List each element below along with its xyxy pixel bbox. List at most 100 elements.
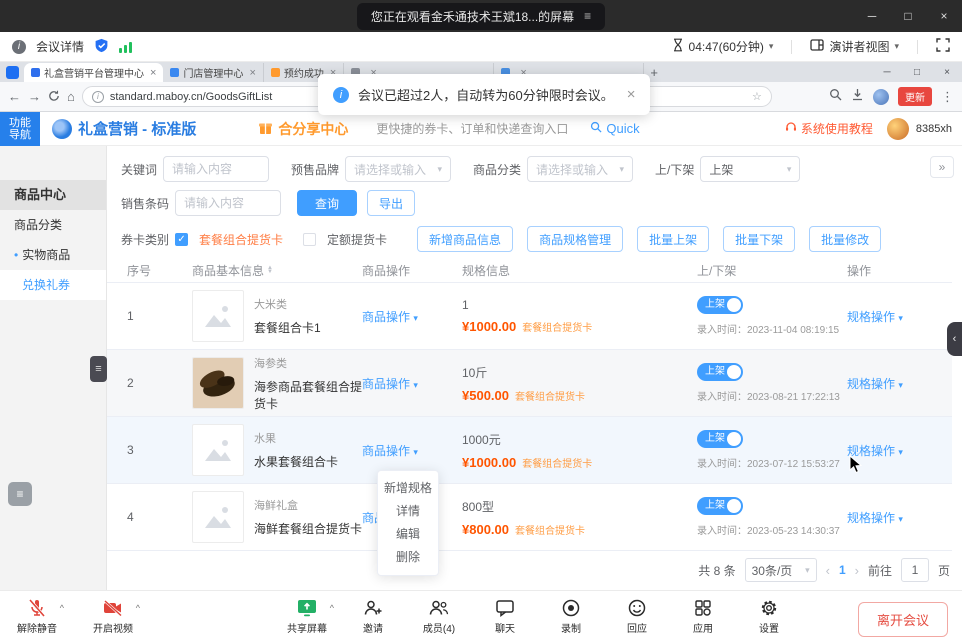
add-product-button[interactable]: 新增商品信息 bbox=[417, 226, 513, 252]
menu-item-detail[interactable]: 详情 bbox=[378, 500, 438, 523]
chevron-up-icon[interactable]: ^ bbox=[330, 603, 334, 613]
page-number-current[interactable]: 1 bbox=[839, 563, 846, 577]
start-video-button[interactable]: ^ 开启视频 bbox=[90, 598, 136, 635]
category-select[interactable]: 请选择或输入 ▾ bbox=[527, 156, 633, 182]
sidebar-item-product-category[interactable]: 商品分类 bbox=[0, 210, 106, 240]
batch-edit-button[interactable]: 批量修改 bbox=[809, 226, 881, 252]
menu-item-delete[interactable]: 删除 bbox=[378, 546, 438, 569]
chat-button[interactable]: 聊天 bbox=[482, 598, 528, 635]
view-mode-selector[interactable]: 演讲者视图 ▾ bbox=[810, 38, 899, 55]
download-icon[interactable] bbox=[851, 88, 864, 106]
spec-op-link[interactable]: 规格操作 ▾ bbox=[847, 310, 903, 324]
row-index: 2 bbox=[107, 376, 192, 390]
menu-item-edit[interactable]: 编辑 bbox=[378, 523, 438, 546]
maximize-button[interactable]: □ bbox=[890, 0, 926, 32]
apps-button[interactable]: 应用 bbox=[680, 598, 726, 635]
browser-tab[interactable]: 门店管理中心 × bbox=[163, 63, 263, 82]
spec-op-link[interactable]: 规格操作 ▾ bbox=[847, 511, 903, 525]
settings-button[interactable]: 设置 bbox=[746, 598, 792, 635]
spec-manage-button[interactable]: 商品规格管理 bbox=[527, 226, 623, 252]
bookmark-star-icon[interactable]: ☆ bbox=[752, 90, 762, 103]
header-product-op: 商品操作 bbox=[362, 262, 462, 279]
sidebar-section-product-center[interactable]: 商品中心 bbox=[0, 180, 106, 210]
new-tab-button[interactable]: + bbox=[650, 65, 658, 80]
share-list-icon[interactable]: ≡ bbox=[584, 9, 591, 23]
sidebar-item-gift-voucher[interactable]: 兑换礼券 bbox=[0, 270, 106, 300]
sidebar-item-physical-goods[interactable]: •实物商品 bbox=[0, 240, 106, 270]
search-icon[interactable] bbox=[829, 88, 842, 106]
site-info-icon[interactable]: i bbox=[92, 91, 104, 103]
share-screen-button[interactable]: ^ 共享屏幕 bbox=[284, 598, 330, 635]
shelf-toggle[interactable]: 上架 bbox=[697, 363, 743, 381]
next-page-button[interactable]: › bbox=[855, 563, 859, 578]
browser-maximize-button[interactable]: □ bbox=[902, 67, 932, 78]
minimize-button[interactable]: ─ bbox=[854, 0, 890, 32]
sidebar-collapse-handle[interactable]: ≡ bbox=[90, 356, 107, 382]
panel-collapse-handle[interactable]: ‹ bbox=[947, 322, 962, 356]
batch-on-shelf-button[interactable]: 批量上架 bbox=[637, 226, 709, 252]
floating-list-button[interactable]: ≡ bbox=[8, 482, 32, 506]
share-center-link[interactable]: 合分享中心 bbox=[258, 119, 348, 139]
chevron-up-icon[interactable]: ^ bbox=[60, 603, 64, 613]
home-icon[interactable]: ⌂ bbox=[67, 90, 75, 103]
export-button[interactable]: 导出 bbox=[367, 190, 415, 216]
chevron-up-icon[interactable]: ^ bbox=[136, 603, 140, 613]
tab-close-icon[interactable]: × bbox=[150, 67, 156, 79]
checkbox-label-fixed-card[interactable]: 定额提货卡 bbox=[327, 231, 387, 248]
sort-icon[interactable]: ▲▼ bbox=[267, 266, 273, 274]
collapse-filters-button[interactable]: » bbox=[930, 156, 954, 178]
product-op-link[interactable]: 商品操作 ▾ bbox=[362, 310, 418, 324]
brand[interactable]: 礼盒营销 - 标准版 bbox=[52, 118, 196, 139]
members-button[interactable]: 成员(4) bbox=[416, 598, 462, 635]
network-signal-icon[interactable] bbox=[119, 41, 132, 53]
product-op-link-open[interactable]: 商品操作 ▾ bbox=[362, 444, 418, 458]
barcode-input[interactable] bbox=[175, 190, 281, 216]
browser-close-button[interactable]: × bbox=[932, 67, 962, 78]
user-avatar[interactable] bbox=[887, 118, 909, 140]
toast-close-icon[interactable]: × bbox=[627, 86, 636, 103]
record-button[interactable]: 录制 bbox=[548, 598, 594, 635]
quick-search-link[interactable]: Quick bbox=[590, 121, 639, 136]
browser-update-badge[interactable]: 更新 bbox=[898, 87, 932, 106]
meeting-timer[interactable]: 04:47(60分钟) ▾ bbox=[672, 38, 774, 55]
keyword-label: 关键词 bbox=[121, 161, 157, 178]
browser-minimize-button[interactable]: ─ bbox=[872, 67, 902, 78]
batch-off-shelf-button[interactable]: 批量下架 bbox=[723, 226, 795, 252]
more-menu-icon[interactable]: ⋮ bbox=[941, 90, 954, 103]
forward-icon[interactable]: → bbox=[28, 90, 41, 103]
back-icon[interactable]: ← bbox=[8, 90, 21, 103]
tutorial-link[interactable]: 系统使用教程 bbox=[785, 120, 873, 137]
leave-meeting-button[interactable]: 离开会议 bbox=[858, 602, 948, 637]
react-button[interactable]: 回应 bbox=[614, 598, 660, 635]
shelf-select[interactable]: 上架 ▾ bbox=[700, 156, 800, 182]
shelf-toggle[interactable]: 上架 bbox=[697, 497, 743, 515]
spec-op-link[interactable]: 规格操作 ▾ bbox=[847, 377, 903, 391]
menu-item-add-spec[interactable]: 新增规格 bbox=[378, 477, 438, 500]
checkbox-unchecked[interactable] bbox=[303, 233, 316, 246]
meeting-detail-link[interactable]: 会议详情 bbox=[36, 38, 84, 55]
header-op: 操作 bbox=[847, 262, 952, 279]
page-size-select[interactable]: 30条/页 ▾ bbox=[745, 558, 817, 582]
product-op-link[interactable]: 商品操作 ▾ bbox=[362, 377, 418, 391]
shelf-toggle[interactable]: 上架 bbox=[697, 296, 743, 314]
refresh-icon[interactable] bbox=[48, 90, 60, 104]
close-button[interactable]: × bbox=[926, 0, 962, 32]
fullscreen-icon[interactable] bbox=[936, 38, 950, 55]
checkbox-label-combo-card[interactable]: 套餐组合提货卡 bbox=[199, 231, 283, 248]
browser-profile-avatar[interactable] bbox=[873, 89, 889, 105]
goto-page-input[interactable] bbox=[901, 558, 929, 582]
unmute-button[interactable]: ^ 解除静音 bbox=[14, 598, 60, 635]
screen-share-title[interactable]: 您正在观看金禾通技术王斌18...的屏幕 ≡ bbox=[357, 3, 605, 30]
browser-tab-active[interactable]: 礼盒营销平台管理中心 × bbox=[24, 63, 163, 82]
shelf-toggle[interactable]: 上架 bbox=[697, 430, 743, 448]
invite-button[interactable]: 邀请 bbox=[350, 598, 396, 635]
security-shield-icon[interactable] bbox=[94, 38, 109, 56]
tab-close-icon[interactable]: × bbox=[249, 67, 255, 79]
checkbox-checked[interactable]: ✓ bbox=[175, 233, 188, 246]
brand-select[interactable]: 请选择或输入 ▾ bbox=[345, 156, 451, 182]
keyword-input[interactable] bbox=[163, 156, 269, 182]
function-nav-button[interactable]: 功能导航 bbox=[0, 112, 40, 146]
search-button[interactable]: 查询 bbox=[297, 190, 357, 216]
browser-logo-icon[interactable] bbox=[6, 66, 19, 79]
prev-page-button[interactable]: ‹ bbox=[826, 563, 830, 578]
